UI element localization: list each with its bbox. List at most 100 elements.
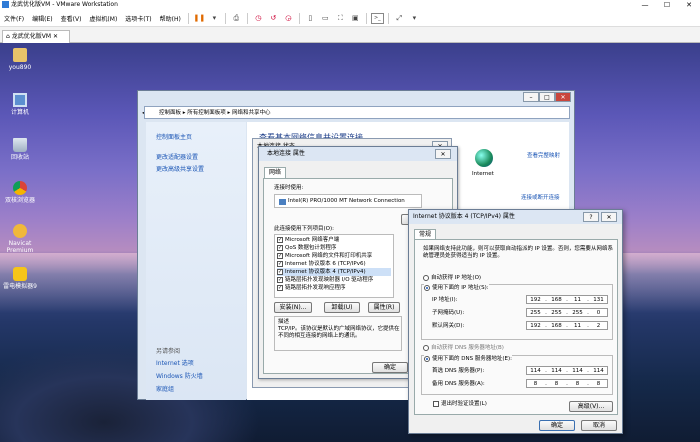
menu-help[interactable]: 帮助(H) [156,14,185,23]
list-item[interactable]: ✓ Microsoft 网络客户端 [277,236,391,244]
link-internet-options[interactable]: Internet 选项 [156,358,194,367]
link-homegroup[interactable]: 家庭组 [156,384,174,393]
link-windows-firewall[interactable]: Windows 防火墙 [156,371,203,380]
dns1-label: 首选 DNS 服务器(P): [432,368,485,374]
stretch-dropdown-icon[interactable]: ▾ [408,13,421,24]
globe-icon [475,149,493,167]
description-text: TCP/IP。该协议是默认的广域网络协议，它提供在不同的相互连接的网络上的通讯。 [278,326,400,339]
snapshot-icon[interactable]: ◷ [252,13,265,24]
desktop-icon-browser[interactable]: 双核浏览器 [0,181,40,204]
static-dns-option[interactable]: 使用下面的 DNS 服务器地址(E): [424,355,512,363]
ipv4-cancel-button[interactable]: 取消 [581,420,617,431]
intro-text: 如果网络支持此功能，则可以获取自动指派的 IP 设置。否则，您需要从网络系统管理… [423,246,613,259]
checkbox[interactable] [433,400,439,407]
desktop-icon-ldplayer[interactable]: 雷电模拟器9 [0,267,40,290]
advanced-button[interactable]: 高级(V)... [569,401,613,412]
radio[interactable] [424,355,430,362]
menu-vm[interactable]: 虚拟机(M) [85,14,121,23]
checkbox[interactable]: ✓ [277,276,283,283]
list-item-selected[interactable]: ✓ Internet 协议版本 4 (TCP/IPv4) [277,268,391,276]
internet-label: Internet [472,171,494,177]
link-view-full-map[interactable]: 查看完整映射 [527,151,560,159]
preferred-dns-field[interactable]: 114. 114. 114. 114 [526,366,608,375]
desktop-icon-navicat[interactable]: Navicat Premium [0,224,40,254]
tab-close-icon[interactable]: ✕ [53,33,58,40]
gateway-field[interactable]: 192. 168. 11. 2 [526,321,608,330]
mask-label: 子网掩码(U): [432,310,465,316]
auto-dns-option[interactable]: 自动获得 DNS 服务器地址(B) [423,344,504,352]
tab-network[interactable]: 网络 [264,167,287,178]
link-control-panel-home[interactable]: 控制面板主页 [156,132,192,141]
checkbox[interactable]: ✓ [277,236,283,243]
minimize-icon[interactable]: — [634,0,656,10]
menu-file[interactable]: 文件(F) [0,14,28,23]
radio[interactable] [423,344,429,351]
auto-ip-option[interactable]: 自动获得 IP 地址(O) [423,274,481,282]
thumbnail-icon[interactable]: ▭ [319,13,332,24]
link-change-adapter[interactable]: 更改适配器设置 [156,152,198,161]
description-group: 描述 TCP/IP。该协议是默认的广域网络协议，它提供在不同的相互连接的网络上的… [274,316,402,351]
list-item[interactable]: ✓ QoS 数据包计划程序 [277,244,391,252]
nc-close-icon[interactable]: ✕ [555,92,571,102]
pause-icon[interactable]: ❚❚ [193,13,206,24]
ipv4-help-icon[interactable]: ? [583,212,599,222]
menu-edit[interactable]: 编辑(E) [28,14,56,23]
address-bar[interactable]: 控制面板 ▸ 所有控制面板项 ▸ 网络和共享中心 [144,106,570,119]
install-button[interactable]: 安装(N)... [274,302,312,313]
checkbox[interactable]: ✓ [277,252,283,259]
static-ip-option[interactable]: 使用下面的 IP 地址(S): [424,284,489,292]
radio[interactable] [423,274,429,281]
subnet-mask-field[interactable]: 255. 255. 255. 0 [526,308,608,317]
props-ok-button[interactable]: 确定 [372,362,408,373]
props-titlebar: 本地连接 属性 [259,147,457,161]
vm-tab-label: 龙武优化版VM [11,33,52,40]
validate-option[interactable]: 退出时验证设置(L) [433,400,487,408]
user-folder-icon [13,48,27,62]
ipv4-ok-button[interactable]: 确定 [539,420,575,431]
list-item[interactable]: ✓ 链路层拓扑发现响应程序 [277,284,391,292]
desktop-icon-user[interactable]: you890 [0,48,40,71]
static-dns-group: 使用下面的 DNS 服务器地址(E): 首选 DNS 服务器(P): 114. 1… [421,355,613,395]
ip-address-field[interactable]: 192. 168. 11. 131 [526,295,608,304]
vm-tab[interactable]: ⌂ 龙武优化版VM ✕ [2,30,70,43]
connect-using-label: 连接时使用: [274,185,304,191]
checkbox[interactable]: ✓ [277,244,283,251]
checkbox[interactable]: ✓ [277,268,283,275]
send-ctrl-alt-del-icon[interactable]: ⎙ [230,13,243,24]
unity-icon[interactable]: ▣ [349,13,362,24]
nc-maximize-icon[interactable]: □ [539,92,555,102]
alternate-dns-field[interactable]: 8.8.8.8 [526,379,608,388]
console-icon[interactable]: >_ [370,12,384,24]
desktop-icon-recycle-bin[interactable]: 回收站 [0,138,40,161]
vmware-title: 龙武优化版VM - VMware Workstation [11,1,118,8]
dropdown-icon[interactable]: ▾ [208,13,221,24]
list-item[interactable]: ✓ Microsoft 网络的文件和打印机共享 [277,252,391,260]
desktop-icon-computer[interactable]: 计算机 [0,93,40,116]
close-icon[interactable]: ✕ [678,0,700,10]
checkbox[interactable]: ✓ [277,260,283,267]
sidebar-toggle-icon[interactable]: ▯ [304,13,317,24]
revert-snapshot-icon[interactable]: ↺ [267,13,280,24]
fullscreen-icon[interactable]: ⛶ [334,13,347,24]
menu-view[interactable]: 查看(V) [57,14,86,23]
link-connect-disconnect[interactable]: 连接或断开连接 [521,193,560,201]
list-item[interactable]: ✓ 链路层拓扑发现映射器 I/O 驱动程序 [277,276,391,284]
properties-button[interactable]: 属性(R) [368,302,400,313]
vmware-titlebar: 龙武优化版VM - VMware Workstation — ☐ ✕ [0,0,700,10]
nc-left-pane: 控制面板主页 更改适配器设置 更改高级共享设置 另请参阅 Internet 选项… [146,122,246,400]
browser-icon [13,181,27,195]
desktop-icon-label: 双核浏览器 [4,197,35,204]
radio[interactable] [424,284,430,291]
ipv4-close-icon[interactable]: ✕ [601,212,617,222]
maximize-icon[interactable]: ☐ [656,0,678,10]
list-item[interactable]: ✓ Internet 协议版本 6 (TCP/IPv6) [277,260,391,268]
checkbox[interactable]: ✓ [277,284,283,291]
snapshot-manager-icon[interactable]: ◶ [282,13,295,24]
props-close-icon[interactable]: ✕ [435,149,451,159]
menu-tabs[interactable]: 选项卡(T) [121,14,155,23]
stretch-icon[interactable]: ⤢ [393,13,406,24]
link-advanced-sharing[interactable]: 更改高级共享设置 [156,164,204,173]
uninstall-button[interactable]: 卸载(U) [324,302,360,313]
items-list: ✓ Microsoft 网络客户端 ✓ QoS 数据包计划程序 ✓ Microsoft… [274,234,394,298]
nc-minimize-icon[interactable]: – [523,92,539,102]
